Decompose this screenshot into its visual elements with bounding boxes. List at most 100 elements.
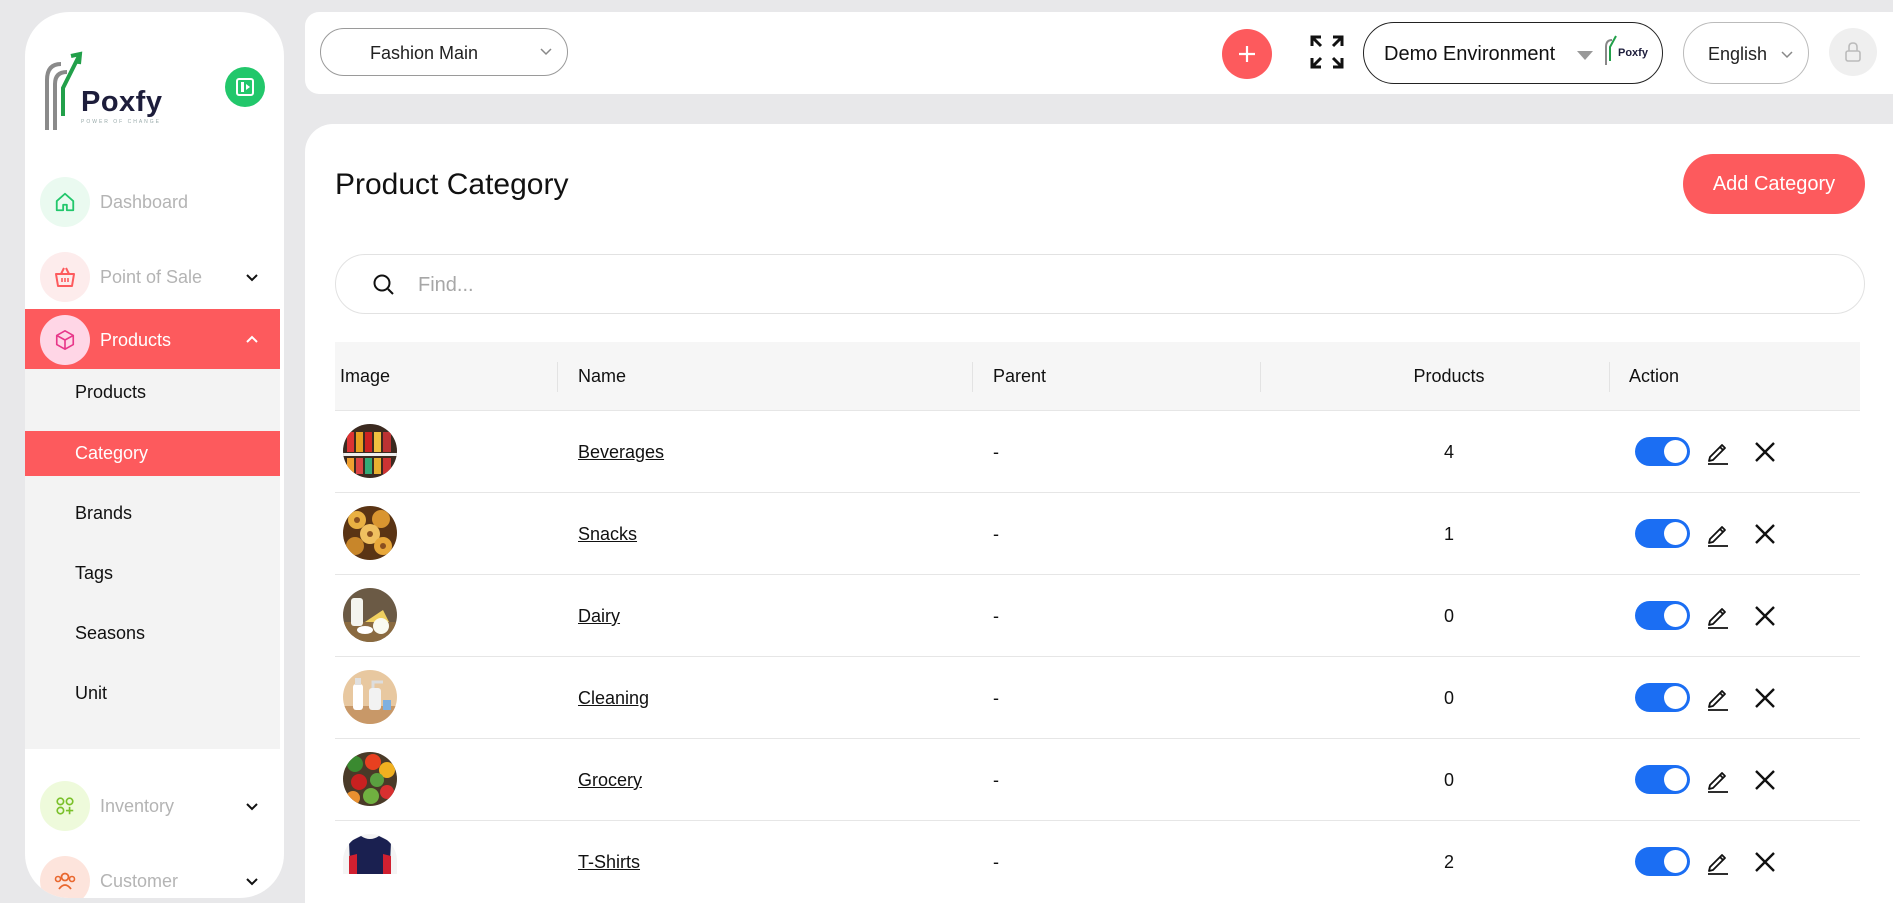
category-parent: - <box>993 442 999 462</box>
fullscreen-icon[interactable] <box>1309 34 1345 70</box>
plus-icon <box>1239 46 1255 62</box>
close-icon[interactable] <box>1752 603 1778 629</box>
column-header-image[interactable]: Image <box>340 366 390 387</box>
table-row: Snacks - 1 <box>335 493 1860 575</box>
edit-icon[interactable] <box>1704 684 1732 712</box>
table-row: Dairy - 0 <box>335 575 1860 657</box>
submenu-item-label: Category <box>75 443 149 463</box>
category-parent: - <box>993 688 999 708</box>
edit-icon[interactable] <box>1704 766 1732 794</box>
submenu-item-products[interactable]: Products <box>25 370 280 415</box>
status-toggle[interactable] <box>1635 765 1690 794</box>
add-category-button[interactable]: Add Category <box>1683 154 1865 214</box>
users-icon <box>40 856 90 898</box>
brand-name: Poxfy <box>81 86 163 118</box>
edit-icon[interactable] <box>1704 438 1732 466</box>
exit-icon <box>236 78 254 96</box>
sidebar-item-point-of-sale[interactable]: Point of Sale <box>25 246 280 308</box>
status-toggle[interactable] <box>1635 601 1690 630</box>
table-header: Image Name Parent Products Action <box>335 342 1860 411</box>
status-toggle[interactable] <box>1635 437 1690 466</box>
quick-add-button[interactable] <box>1222 29 1272 79</box>
category-parent: - <box>993 770 999 790</box>
sidebar-item-label: Inventory <box>100 795 175 816</box>
submenu-item-unit[interactable]: Unit <box>25 671 280 716</box>
submenu-item-tags[interactable]: Tags <box>25 551 280 596</box>
category-name-link[interactable]: Grocery <box>578 770 642 791</box>
lock-button[interactable] <box>1829 28 1877 76</box>
main-panel: Product Category Add Category Image Name… <box>305 124 1893 903</box>
box-icon <box>40 315 90 365</box>
column-divider <box>1609 362 1610 392</box>
chevron-down-icon <box>1781 51 1793 59</box>
sidebar-item-customer[interactable]: Customer <box>25 850 280 898</box>
lock-icon <box>1845 42 1861 62</box>
category-product-count: 2 <box>1443 852 1454 872</box>
table-row: Cleaning - 0 <box>335 657 1860 739</box>
submenu-item-label: Tags <box>75 563 114 583</box>
edit-icon[interactable] <box>1704 520 1732 548</box>
column-header-name[interactable]: Name <box>578 366 626 387</box>
category-name-link[interactable]: Beverages <box>578 442 664 463</box>
chevron-down-icon <box>246 878 258 886</box>
logo-mark-icon <box>45 51 83 130</box>
category-name-link[interactable]: Cleaning <box>578 688 649 709</box>
caret-down-icon <box>1577 51 1593 60</box>
table-row: T-Shirts - 2 <box>335 821 1860 881</box>
sidebar: Poxfy POWER OF CHANGE Dashboard Point of… <box>25 12 284 898</box>
category-name-link[interactable]: T-Shirts <box>578 852 640 873</box>
logo-mark-icon <box>1605 35 1617 65</box>
close-icon[interactable] <box>1752 521 1778 547</box>
edit-icon[interactable] <box>1704 602 1732 630</box>
submenu-item-label: Products <box>75 382 147 402</box>
store-select[interactable]: Fashion Main <box>320 28 568 76</box>
sidebar-collapse-button[interactable] <box>225 67 265 107</box>
chevron-down-icon <box>246 803 258 811</box>
sidebar-item-label: Point of Sale <box>100 266 203 287</box>
column-header-products[interactable]: Products <box>1403 366 1495 387</box>
language-select[interactable]: English <box>1683 22 1809 84</box>
column-divider <box>972 362 973 392</box>
language-value: English <box>1708 44 1768 64</box>
sidebar-item-label: Customer <box>100 870 179 891</box>
search-input[interactable] <box>416 267 1820 303</box>
sidebar-item-dashboard[interactable]: Dashboard <box>25 171 280 233</box>
column-divider <box>557 362 558 392</box>
chevron-down-icon <box>540 48 552 56</box>
brand-logo[interactable]: Poxfy POWER OF CHANGE <box>43 50 183 140</box>
environment-logo: Poxfy <box>1604 35 1652 71</box>
category-image <box>343 752 397 806</box>
table-row: Beverages - 4 <box>335 411 1860 493</box>
column-header-parent[interactable]: Parent <box>993 366 1046 387</box>
page-title: Product Category <box>335 168 569 201</box>
sidebar-item-inventory[interactable]: Inventory <box>25 775 280 837</box>
edit-icon[interactable] <box>1704 848 1732 876</box>
category-image <box>343 506 397 560</box>
category-image <box>343 670 397 724</box>
close-icon[interactable] <box>1752 767 1778 793</box>
category-product-count: 0 <box>1443 688 1454 708</box>
status-toggle[interactable] <box>1635 847 1690 876</box>
search-bar <box>335 254 1865 314</box>
category-name-link[interactable]: Dairy <box>578 606 620 627</box>
brand-tagline: POWER OF CHANGE <box>81 119 162 125</box>
environment-name: Demo Environment <box>1384 43 1556 65</box>
status-toggle[interactable] <box>1635 519 1690 548</box>
category-product-count: 0 <box>1443 606 1454 626</box>
close-icon[interactable] <box>1752 439 1778 465</box>
status-toggle[interactable] <box>1635 683 1690 712</box>
search-icon <box>373 274 394 295</box>
submenu-item-category[interactable]: Category <box>25 431 280 476</box>
category-image <box>343 424 397 478</box>
chevron-up-icon <box>246 335 258 343</box>
category-name-link[interactable]: Snacks <box>578 524 637 545</box>
products-submenu: Products Category Brands Tags Seasons Un… <box>25 369 280 749</box>
close-icon[interactable] <box>1752 849 1778 875</box>
close-icon[interactable] <box>1752 685 1778 711</box>
table-row: Grocery - 0 <box>335 739 1860 821</box>
submenu-item-seasons[interactable]: Seasons <box>25 611 280 656</box>
category-product-count: 0 <box>1443 770 1454 790</box>
environment-select[interactable]: Demo Environment Poxfy <box>1363 22 1663 84</box>
sidebar-item-products[interactable]: Products <box>25 309 280 371</box>
submenu-item-brands[interactable]: Brands <box>25 491 280 536</box>
